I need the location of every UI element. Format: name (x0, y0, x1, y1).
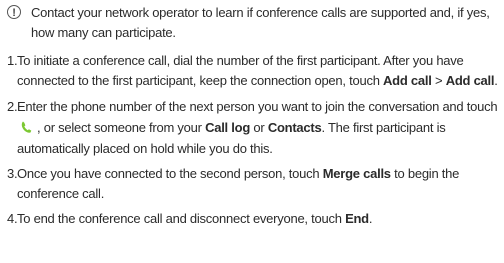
info-icon: ! (7, 5, 21, 19)
step-text: or (250, 120, 268, 135)
step-3: 3. Once you have connected to the second… (7, 164, 501, 204)
step-text: Once you have connected to the second pe… (17, 166, 323, 181)
ui-term: End (345, 211, 369, 226)
document-page: ! Contact your network operator to learn… (0, 0, 504, 263)
step-text: , or select someone from your (37, 120, 206, 135)
steps-list: 1. To initiate a conference call, dial t… (7, 51, 501, 234)
phone-call-icon (21, 121, 32, 133)
step-number: 3. (7, 166, 18, 181)
ui-term: Call log (205, 120, 251, 135)
step-text: To end the conference call and disconnec… (17, 211, 346, 226)
ui-term: Add call (445, 73, 495, 88)
step-text: Enter the phone number of the next perso… (17, 99, 498, 114)
ui-term: Contacts (267, 120, 322, 135)
step-number: 4. (7, 211, 18, 226)
step-number: 2. (7, 99, 18, 114)
ui-term: Add call (383, 73, 432, 88)
step-text: > (431, 73, 446, 88)
note-text: Contact your network operator to learn i… (31, 5, 490, 40)
step-4: 4. To end the conference call and discon… (7, 209, 501, 229)
step-2: 2. Enter the phone number of the next pe… (7, 96, 501, 159)
step-number: 1. (7, 53, 18, 68)
step-1: 1. To initiate a conference call, dial t… (7, 51, 501, 91)
ui-term: Merge calls (322, 166, 391, 181)
step-text: . (368, 211, 373, 226)
step-text: . (494, 73, 498, 88)
